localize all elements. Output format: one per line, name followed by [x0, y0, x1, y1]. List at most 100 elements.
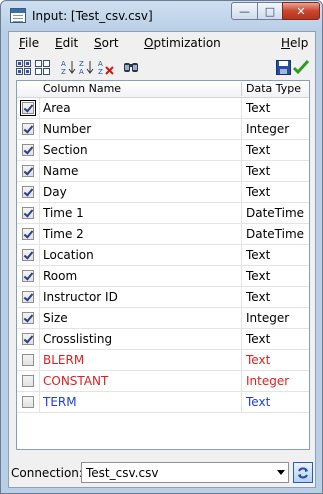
input-window: Input: [Test_csv.csv] — □ ✕ File Edit So… — [0, 0, 323, 494]
menu-bar: File Edit Sort Optimization Help — [9, 32, 315, 56]
table-row[interactable]: TERM Text — [17, 392, 309, 413]
data-type-cell[interactable]: Text — [246, 353, 270, 367]
data-type-cell[interactable]: Integer — [246, 311, 289, 325]
include-checkbox[interactable] — [22, 312, 34, 324]
data-type-cell[interactable]: Text — [246, 143, 270, 157]
clear-sort-icon[interactable]: AZ — [98, 59, 114, 75]
table-row[interactable]: CONSTANT Integer — [17, 371, 309, 392]
minimize-button[interactable]: — — [231, 2, 258, 20]
title-bar[interactable]: Input: [Test_csv.csv] — □ ✕ — [1, 1, 322, 31]
ok-checkmark-icon[interactable] — [293, 59, 309, 75]
table-row[interactable]: Time 2 DateTime — [17, 224, 309, 245]
svg-text:A: A — [61, 60, 66, 68]
data-type-cell[interactable]: Text — [246, 248, 270, 262]
include-checkbox[interactable] — [22, 333, 34, 345]
data-type-cell[interactable]: Integer — [246, 122, 289, 136]
column-name-header[interactable]: Column Name — [43, 82, 121, 95]
include-checkbox[interactable] — [22, 270, 34, 282]
data-type-cell[interactable]: Text — [246, 395, 270, 409]
column-name-cell: Room — [43, 269, 78, 283]
column-name-cell: Time 2 — [43, 227, 84, 241]
column-name-cell: Instructor ID — [43, 290, 118, 304]
refresh-button[interactable] — [293, 462, 313, 483]
table-row[interactable]: Number Integer — [17, 119, 309, 140]
column-name-cell: Location — [43, 248, 94, 262]
column-name-cell: TERM — [43, 395, 77, 409]
column-name-cell: Time 1 — [43, 206, 84, 220]
table-row[interactable]: Instructor ID Text — [17, 287, 309, 308]
svg-text:Z: Z — [98, 68, 103, 75]
select-all-icon[interactable] — [15, 59, 31, 75]
include-checkbox[interactable] — [22, 123, 34, 135]
grid-header: Column Name Data Type — [17, 81, 309, 98]
refresh-icon — [298, 467, 308, 478]
data-type-cell[interactable]: Integer — [246, 374, 289, 388]
data-type-cell[interactable]: Text — [246, 290, 270, 304]
minimize-icon: — — [239, 4, 250, 18]
table-row[interactable]: Size Integer — [17, 308, 309, 329]
toolbar: AZ ZA AZ — [9, 56, 315, 78]
table-row[interactable]: Section Text — [17, 140, 309, 161]
connection-label: Connection: — [11, 466, 83, 480]
menu-optimization[interactable]: Optimization — [144, 36, 221, 50]
svg-text:Z: Z — [61, 68, 66, 75]
table-row[interactable]: Room Text — [17, 266, 309, 287]
include-checkbox[interactable] — [22, 396, 34, 408]
data-type-cell[interactable]: Text — [246, 269, 270, 283]
column-name-cell: Section — [43, 143, 88, 157]
include-checkbox[interactable] — [22, 207, 34, 219]
table-row[interactable]: Time 1 DateTime — [17, 203, 309, 224]
menu-file[interactable]: File — [19, 36, 39, 50]
include-checkbox[interactable] — [22, 165, 34, 177]
table-row[interactable]: Area Text — [17, 98, 309, 119]
find-icon[interactable] — [123, 59, 139, 75]
menu-sort[interactable]: Sort — [94, 36, 119, 50]
include-checkbox[interactable] — [22, 249, 34, 261]
close-button[interactable]: ✕ — [282, 2, 320, 20]
column-name-cell: CONSTANT — [43, 374, 109, 388]
data-type-cell[interactable]: Text — [246, 185, 270, 199]
menu-help[interactable]: Help — [281, 36, 308, 50]
include-checkbox[interactable] — [22, 144, 34, 156]
table-row[interactable]: Name Text — [17, 161, 309, 182]
table-row[interactable]: Day Text — [17, 182, 309, 203]
include-checkbox[interactable] — [22, 375, 34, 387]
table-app-icon — [10, 8, 26, 23]
table-row[interactable]: BLERM Text — [17, 350, 309, 371]
include-checkbox[interactable] — [22, 186, 34, 198]
data-type-cell[interactable]: Text — [246, 164, 270, 178]
include-checkbox[interactable] — [20, 100, 36, 116]
data-type-cell[interactable]: Text — [246, 332, 270, 346]
data-type-cell[interactable]: Text — [246, 101, 270, 115]
include-checkbox[interactable] — [22, 354, 34, 366]
window-client-area: File Edit Sort Optimization Help AZ ZA A… — [8, 31, 316, 488]
column-name-cell: BLERM — [43, 353, 85, 367]
column-name-cell: Day — [43, 185, 67, 199]
data-type-header[interactable]: Data Type — [246, 82, 301, 95]
maximize-icon: □ — [264, 4, 276, 18]
svg-text:A: A — [79, 68, 84, 75]
svg-text:A: A — [98, 60, 103, 68]
save-icon[interactable] — [275, 59, 291, 75]
data-type-cell[interactable]: DateTime — [246, 206, 304, 220]
include-checkbox[interactable] — [22, 228, 34, 240]
column-name-cell: Size — [43, 311, 68, 325]
deselect-all-icon[interactable] — [34, 59, 50, 75]
sort-ascending-icon[interactable]: AZ — [61, 59, 77, 75]
column-name-cell: Area — [43, 101, 71, 115]
chevron-down-icon — [277, 470, 285, 475]
table-row[interactable]: Crosslisting Text — [17, 329, 309, 350]
menu-edit[interactable]: Edit — [55, 36, 78, 50]
svg-text:Z: Z — [79, 60, 84, 68]
connection-dropdown[interactable]: Test_csv.csv — [81, 462, 289, 483]
column-name-cell: Number — [43, 122, 92, 136]
table-row[interactable]: Location Text — [17, 245, 309, 266]
connection-value: Test_csv.csv — [86, 466, 159, 480]
include-checkbox[interactable] — [22, 291, 34, 303]
data-type-cell[interactable]: DateTime — [246, 227, 304, 241]
connection-bar: Connection: Test_csv.csv — [9, 459, 315, 487]
close-icon: ✕ — [296, 4, 306, 18]
sort-descending-icon[interactable]: ZA — [79, 59, 95, 75]
column-name-cell: Crosslisting — [43, 332, 113, 346]
maximize-button[interactable]: □ — [257, 2, 283, 20]
